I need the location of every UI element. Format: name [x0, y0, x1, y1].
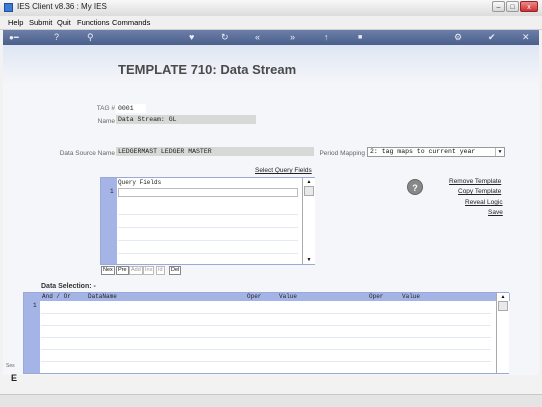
main-content: TEMPLATE 710: Data Stream TAG # 0001 Nam… [3, 45, 539, 383]
minimize-button[interactable]: – [492, 1, 505, 12]
status-bar [0, 394, 542, 407]
settings-icon[interactable]: ⚙ [454, 32, 462, 43]
side-label: E [11, 373, 18, 383]
row-number: 1 [110, 188, 114, 195]
refresh-icon[interactable]: ↻ [221, 32, 229, 43]
scroll-thumb[interactable] [498, 301, 508, 311]
list-item[interactable] [118, 241, 298, 254]
menu-bar: Help Submit Quit Functions Commands [0, 16, 542, 30]
heart-icon[interactable]: ♥ [189, 32, 194, 43]
search-icon[interactable]: ⚲ [87, 32, 94, 43]
scroll-up-icon[interactable]: ▲ [303, 178, 315, 186]
list-item[interactable] [118, 202, 298, 215]
data-selection-title: Data Selection: - [41, 283, 96, 290]
delete-button[interactable]: Del [169, 266, 182, 275]
app-icon [4, 3, 13, 12]
list-item[interactable] [118, 228, 298, 241]
table-row[interactable] [41, 314, 491, 326]
title-bar: IES Client v8.36 : My IES – □ x [0, 0, 542, 17]
table-row[interactable] [41, 350, 491, 362]
query-fields-scrollbar[interactable]: ▲ ▼ [302, 178, 315, 264]
menu-functions[interactable]: Functions [77, 18, 110, 27]
close-icon[interactable]: ✕ [522, 32, 530, 43]
column-header: Oper [247, 293, 262, 300]
menu-commands[interactable]: Commands [112, 18, 150, 27]
name-label: Name [97, 118, 115, 125]
next-button[interactable]: Nex [101, 266, 115, 275]
save-link[interactable]: Save [488, 209, 503, 216]
add-button[interactable]: Add [129, 266, 143, 275]
chevron-down-icon[interactable]: ▼ [495, 148, 504, 156]
column-header: And / Or [42, 293, 71, 300]
row-number: 1 [33, 302, 37, 309]
reveal-logic-link[interactable]: Reveal Logic [465, 199, 503, 206]
window-title: IES Client v8.36 : My IES [17, 2, 107, 11]
menu-help[interactable]: Help [8, 18, 23, 27]
menu-submit[interactable]: Submit [29, 18, 52, 27]
maximize-button[interactable]: □ [506, 1, 519, 12]
data-selection-grid: And / Or DataName Oper Value Oper Value … [23, 292, 510, 374]
id-button[interactable]: Id [156, 266, 165, 275]
name-field[interactable]: Data Stream: GL [116, 115, 256, 124]
page-title: TEMPLATE 710: Data Stream [118, 62, 297, 77]
table-row[interactable] [41, 326, 491, 338]
period-mapping-select[interactable]: 2: tag maps to current year ▼ [367, 147, 505, 157]
toolbar: ●━ ? ⚲ ♥ ↻ « » ↑ ■ ⚙ ✔ ✕ [3, 30, 539, 45]
help-icon[interactable]: ? [407, 179, 423, 195]
ok-icon[interactable]: ✔ [488, 32, 496, 43]
datasource-field[interactable]: LEDGERMAST LEDGER MASTER [116, 147, 314, 156]
scroll-thumb[interactable] [304, 186, 314, 196]
app-window: IES Client v8.36 : My IES – □ x Help Sub… [0, 0, 542, 407]
key-icon[interactable]: ●━ [9, 32, 19, 43]
table-row[interactable] [41, 302, 491, 314]
remove-template-link[interactable]: Remove Template [449, 178, 501, 185]
previous-button[interactable]: Pre [116, 266, 129, 275]
query-fields-grid: Query Fields 1 ▲ ▼ [100, 177, 315, 265]
back-icon[interactable]: « [255, 32, 260, 43]
column-header: DataName [88, 293, 117, 300]
tag-field[interactable]: 0001 [116, 104, 146, 113]
menu-quit[interactable]: Quit [57, 18, 71, 27]
query-field-input[interactable] [118, 188, 298, 197]
scroll-down-icon[interactable]: ▼ [303, 256, 315, 264]
tag-label: TAG # [96, 105, 115, 112]
upload-icon[interactable]: ↑ [324, 32, 329, 43]
table-row[interactable] [41, 338, 491, 350]
column-header: Value [279, 293, 298, 300]
copy-template-link[interactable]: Copy Template [458, 188, 501, 195]
side-label: Ses [6, 363, 15, 369]
grid-button-bar: Nex Pre Add Ins Id Del [101, 266, 191, 275]
data-selection-scrollbar[interactable]: ▲ [496, 293, 509, 373]
insert-button[interactable]: Ins [143, 266, 155, 275]
column-header: Oper [369, 293, 384, 300]
query-fields-header: Query Fields [118, 179, 162, 186]
scroll-up-icon[interactable]: ▲ [497, 293, 509, 301]
period-mapping-label: Period Mapping [319, 150, 365, 157]
column-header: Value [402, 293, 421, 300]
forward-icon[interactable]: » [290, 32, 295, 43]
list-item[interactable] [118, 215, 298, 228]
help-icon[interactable]: ? [54, 32, 59, 43]
datasource-label: Data Source Name [59, 150, 115, 157]
close-window-button[interactable]: x [520, 1, 538, 12]
select-query-fields-link[interactable]: Select Query Fields [255, 167, 312, 174]
stop-icon[interactable]: ■ [358, 32, 362, 43]
